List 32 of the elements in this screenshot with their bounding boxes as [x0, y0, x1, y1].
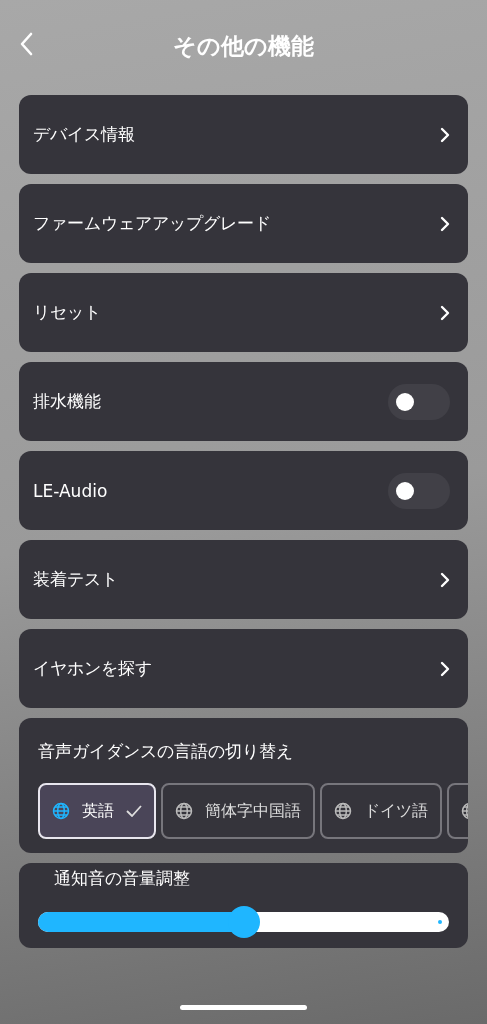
chevron-icon — [440, 304, 450, 321]
page-title: その他の機能 — [173, 32, 314, 61]
chevron-icon — [440, 660, 450, 677]
language-option[interactable]: ドイツ語 — [320, 783, 442, 839]
check-icon — [126, 805, 142, 817]
toggle-switch[interactable] — [388, 472, 450, 509]
settings-row[interactable]: ファームウェアアップグレード — [19, 184, 468, 263]
settings-row[interactable]: 装着テスト — [19, 540, 468, 619]
settings-row[interactable]: イヤホンを探す — [19, 629, 468, 708]
chevron-icon — [440, 571, 450, 588]
settings-row[interactable]: 排水機能 — [19, 362, 468, 441]
toggle-switch[interactable] — [388, 383, 450, 420]
row-label: イヤホンを探す — [33, 657, 152, 680]
language-option[interactable]: 簡体字中国語 — [161, 783, 315, 839]
settings-row[interactable]: LE-Audio — [19, 451, 468, 530]
row-label: リセット — [33, 301, 101, 324]
section-title: 音声ガイダンスの言語の切り替え — [38, 741, 293, 761]
row-label: LE-Audio — [33, 480, 108, 501]
section-title: 通知音の音量調整 — [54, 867, 191, 890]
globe-icon — [175, 802, 193, 820]
chevron-icon — [440, 126, 450, 143]
row-label: 装着テスト — [33, 568, 118, 591]
settings-row[interactable]: デバイス情報 — [19, 95, 468, 174]
settings-row[interactable]: リセット — [19, 273, 468, 352]
globe-icon — [52, 802, 70, 820]
chevron-icon — [440, 215, 450, 232]
row-label: ファームウェアアップグレード — [33, 212, 271, 235]
volume-slider[interactable] — [38, 906, 449, 938]
row-label: デバイス情報 — [33, 123, 135, 146]
globe-icon — [334, 802, 352, 820]
row-label: 排水機能 — [33, 390, 101, 413]
language-option[interactable]: 英語 — [38, 783, 156, 839]
